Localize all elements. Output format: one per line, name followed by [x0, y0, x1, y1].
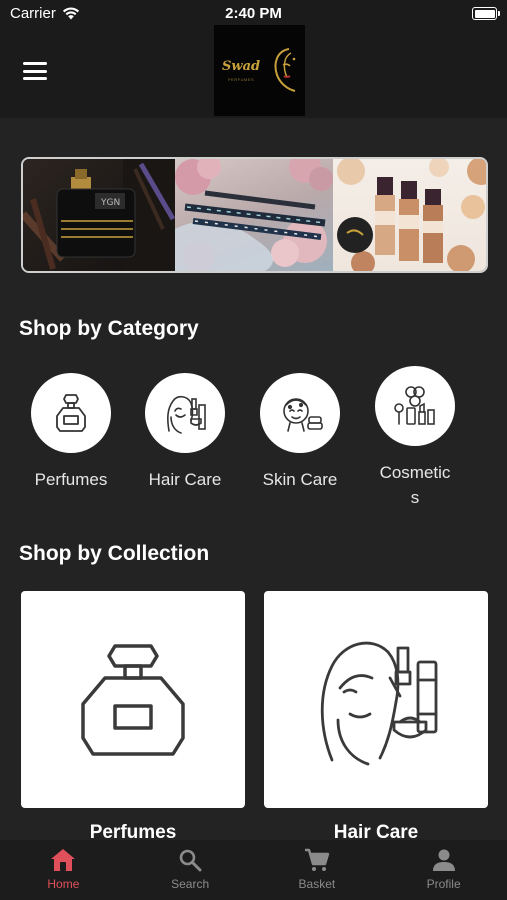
category-circle — [145, 373, 225, 453]
status-bar: Carrier 2:40 PM — [0, 0, 507, 28]
tab-profile[interactable]: Profile — [380, 840, 507, 900]
tab-label: Profile — [426, 877, 461, 891]
hair-care-icon — [320, 641, 438, 765]
skin-care-icon — [283, 398, 323, 432]
category-label: Hair Care — [148, 470, 222, 489]
brand-logo[interactable]: Swad PERFUMES — [214, 25, 305, 116]
menu-line-icon — [23, 62, 47, 65]
category-label: Perfumes — [34, 470, 108, 489]
category-label-line: Cosmetic — [379, 463, 451, 482]
svg-text:YGN: YGN — [100, 198, 120, 208]
tab-home[interactable]: Home — [0, 840, 127, 900]
hamburger-menu-button[interactable] — [23, 62, 47, 80]
app-header: Swad PERFUMES — [0, 25, 507, 118]
banner-perfume-image: YGN — [23, 159, 175, 271]
cosmetics-icon — [394, 386, 435, 425]
tab-label: Search — [171, 877, 210, 891]
search-icon — [179, 849, 202, 872]
menu-line-icon — [23, 77, 47, 80]
profile-icon — [432, 849, 455, 871]
banner-hair-tools-image — [175, 159, 333, 271]
tab-label: Basket — [298, 877, 336, 891]
category-cosmetics[interactable]: Cosmetic s — [360, 366, 470, 510]
perfume-bottle-icon — [56, 394, 86, 432]
hair-care-icon — [167, 395, 206, 434]
category-label-line: s — [410, 488, 420, 507]
cart-icon — [304, 848, 330, 871]
promo-banner[interactable]: YGN — [21, 157, 488, 273]
category-label: Skin Care — [262, 470, 338, 489]
menu-line-icon — [23, 69, 47, 73]
shop-by-category-heading: Shop by Category — [19, 317, 199, 340]
tab-basket[interactable]: Basket — [254, 840, 381, 900]
collection-card-hair-care[interactable] — [264, 591, 488, 808]
perfume-bottle-icon — [81, 643, 185, 756]
category-perfumes[interactable]: Perfumes — [16, 373, 126, 492]
battery-icon — [472, 7, 500, 20]
banner-cosmetics-image — [333, 159, 486, 271]
home-icon — [51, 849, 76, 871]
status-time: 2:40 PM — [225, 5, 282, 22]
woman-face-logo-icon — [274, 48, 296, 92]
logo-subtext: PERFUMES — [228, 77, 255, 82]
category-hair-care[interactable]: Hair Care — [130, 373, 240, 492]
category-skin-care[interactable]: Skin Care — [245, 373, 355, 492]
category-label: Cosmetic s — [360, 460, 470, 510]
tab-search[interactable]: Search — [127, 840, 254, 900]
logo-wordmark: Swad — [222, 59, 261, 74]
shop-by-collection-heading: Shop by Collection — [19, 542, 210, 565]
category-circle — [31, 373, 111, 453]
collection-card-perfumes[interactable] — [21, 591, 245, 808]
category-circle — [260, 373, 340, 453]
bottom-tab-bar: Home Search Basket Profile — [0, 840, 507, 900]
tab-label: Home — [47, 877, 80, 891]
category-circle — [375, 366, 455, 446]
